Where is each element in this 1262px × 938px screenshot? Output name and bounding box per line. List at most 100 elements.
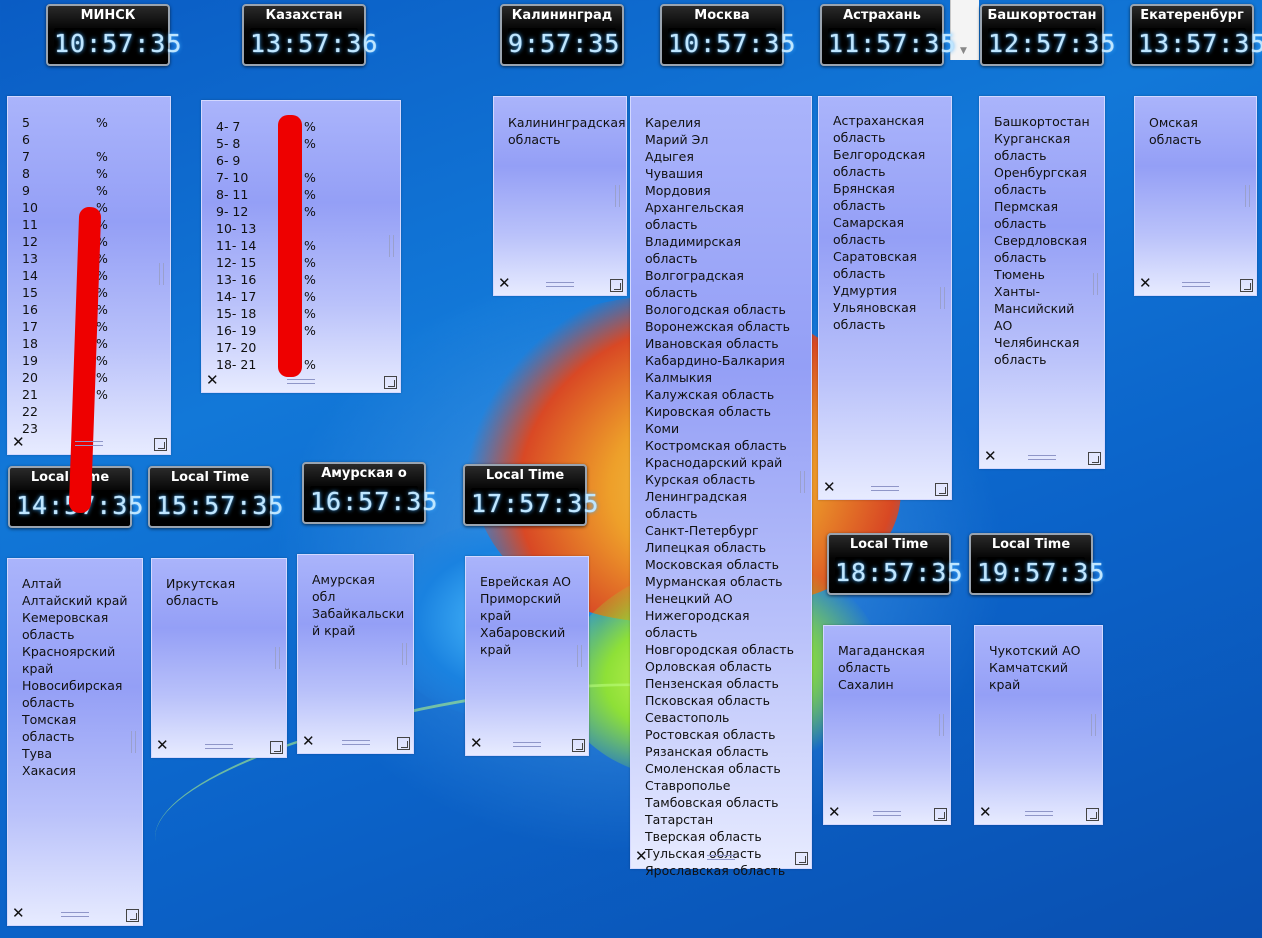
- resize-icon[interactable]: [1088, 452, 1101, 465]
- clock-title: Екатеренбург: [1140, 8, 1244, 23]
- close-icon[interactable]: ✕: [823, 480, 836, 495]
- clock-gadget-astrakhan[interactable]: Астрахань 11:57:35: [820, 4, 955, 66]
- clock-gadget-local-3[interactable]: Local Time 17:57:35: [463, 464, 598, 526]
- drag-handle[interactable]: [1024, 811, 1053, 816]
- drag-handle[interactable]: [287, 379, 315, 384]
- close-icon[interactable]: ✕: [302, 734, 315, 749]
- close-icon[interactable]: ✕: [470, 736, 483, 751]
- note-text: Иркутская область: [166, 576, 236, 608]
- close-icon[interactable]: ✕: [984, 449, 997, 464]
- sticky-note-chukotka[interactable]: Чукотский АО Камчатский край ✕: [974, 625, 1103, 825]
- clock-gadget-local-4[interactable]: Local Time 18:57:35: [827, 533, 962, 595]
- note-scrollbar[interactable]: [275, 647, 280, 669]
- note-text: Чукотский АО Камчатский край: [989, 643, 1081, 692]
- clock-gadget-kaliningrad[interactable]: Калининград 9:57:35: [500, 4, 624, 66]
- sticky-note-amur[interactable]: Амурская обл Забайкальски й край ✕: [297, 554, 414, 754]
- sticky-note-kazakhstan[interactable]: 4- 7 5- 8 6- 9 7- 10 8- 11 9- 12 10- 13 …: [201, 100, 401, 393]
- clock-gadget-bashkortostan[interactable]: Башкортостан 12:57:35: [980, 4, 1117, 66]
- sticky-note-moscow[interactable]: Карелия Марий Эл Адыгея Чувашия Мордовия…: [630, 96, 812, 878]
- note-text: Омская область: [1149, 115, 1202, 147]
- note-scrollbar[interactable]: [131, 731, 136, 753]
- clock-time: 10:57:35: [668, 28, 797, 60]
- drag-handle[interactable]: [873, 811, 901, 816]
- resize-icon[interactable]: [572, 739, 585, 752]
- close-icon[interactable]: ✕: [12, 906, 25, 921]
- drag-handle[interactable]: [75, 441, 103, 446]
- resize-icon[interactable]: [610, 279, 623, 292]
- note-scrollbar[interactable]: [159, 263, 164, 285]
- clock-gadget-moscow[interactable]: Москва 10:57:35: [660, 4, 797, 66]
- sticky-note-jewish-ao[interactable]: Еврейская АО Приморский край Хабаровский…: [465, 556, 589, 756]
- sticky-note-kaliningrad[interactable]: Калининградская область ✕: [493, 96, 627, 296]
- note-scrollbar[interactable]: [1093, 273, 1098, 295]
- clock-time: 12:57:35: [988, 28, 1117, 60]
- sticky-note-bashkortostan[interactable]: Башкортостан Курганская область Оренбург…: [979, 96, 1105, 469]
- close-icon[interactable]: ✕: [1139, 276, 1152, 291]
- clock-title: МИНСК: [80, 8, 136, 23]
- drag-handle[interactable]: [546, 282, 574, 287]
- note-text: Астраханская область Белгородская област…: [833, 113, 926, 332]
- resize-icon[interactable]: [154, 438, 167, 451]
- close-icon[interactable]: ✕: [156, 738, 169, 753]
- resize-icon[interactable]: [270, 741, 283, 754]
- clock-title: Амурская о: [321, 466, 407, 481]
- resize-icon[interactable]: [1086, 808, 1099, 821]
- drag-handle[interactable]: [1028, 455, 1056, 460]
- clock-gadget-minsk[interactable]: МИНСК 10:57:35: [46, 4, 183, 66]
- resize-icon[interactable]: [935, 483, 948, 496]
- drag-handle[interactable]: [871, 486, 899, 491]
- drag-handle[interactable]: [341, 740, 370, 745]
- clock-gadget-local-2[interactable]: Local Time 15:57:35: [148, 466, 285, 528]
- drag-handle[interactable]: [205, 744, 233, 749]
- resize-icon[interactable]: [384, 376, 397, 389]
- resize-icon[interactable]: [397, 737, 410, 750]
- resize-icon[interactable]: [795, 852, 808, 865]
- clock-time: 9:57:35: [508, 28, 621, 60]
- clock-gadget-kazakhstan[interactable]: Казахстан 13:57:36: [242, 4, 377, 66]
- note-scrollbar[interactable]: [1091, 714, 1096, 736]
- clock-time: 16:57:35: [310, 486, 439, 518]
- clock-gadget-amur[interactable]: Амурская о 16:57:35: [302, 462, 439, 524]
- clock-time: 15:57:35: [156, 490, 285, 522]
- clock-gadget-local-5[interactable]: Local Time 19:57:35: [969, 533, 1104, 595]
- close-icon[interactable]: ✕: [979, 805, 992, 820]
- clock-title: Астрахань: [843, 8, 921, 23]
- clock-time: 10:57:35: [54, 28, 183, 60]
- clock-time: 13:57:35: [1138, 28, 1262, 60]
- note-scrollbar[interactable]: [1245, 185, 1250, 207]
- clock-title: Казахстан: [265, 8, 343, 23]
- note-text: Магаданская область Сахалин: [838, 643, 925, 692]
- sticky-note-altai[interactable]: Алтай Алтайский край Кемеровская область…: [7, 558, 143, 926]
- clock-gadget-yekaterinburg[interactable]: Екатеренбург 13:57:35: [1130, 4, 1262, 66]
- note-scrollbar[interactable]: [402, 643, 407, 665]
- note-scrollbar[interactable]: [389, 235, 394, 257]
- resize-icon[interactable]: [1240, 279, 1253, 292]
- close-icon[interactable]: ✕: [206, 373, 219, 388]
- drag-handle[interactable]: [707, 855, 735, 860]
- sticky-note-astrakhan[interactable]: Астраханская область Белгородская област…: [818, 96, 952, 500]
- sticky-note-irkutsk[interactable]: Иркутская область ✕: [151, 558, 287, 758]
- drag-handle[interactable]: [1181, 282, 1210, 287]
- resize-icon[interactable]: [126, 909, 139, 922]
- sticky-note-minsk[interactable]: 5 6 7 8 9 10 11 12 13 14 15 16 17 18 19 …: [7, 96, 171, 514]
- sticky-note-magadan[interactable]: Магаданская область Сахалин ✕: [823, 625, 951, 825]
- note-scrollbar[interactable]: [939, 714, 944, 736]
- note-scrollbar[interactable]: [615, 185, 620, 207]
- scroll-down-arrow-icon[interactable]: ▼: [960, 46, 967, 56]
- note-scrollbar[interactable]: [800, 471, 805, 493]
- note-percent-column: % % % % % % % % % % % %: [304, 119, 316, 372]
- note-scrollbar[interactable]: [940, 287, 945, 309]
- drag-handle[interactable]: [61, 912, 89, 917]
- close-icon[interactable]: ✕: [828, 805, 841, 820]
- close-icon[interactable]: ✕: [498, 276, 511, 291]
- sticky-note-omsk[interactable]: Омская область ✕: [1134, 96, 1257, 296]
- note-text: Алтай Алтайский край Кемеровская область…: [22, 576, 128, 778]
- clock-title: Башкортостан: [987, 8, 1097, 23]
- note-text: Еврейская АО Приморский край Хабаровский…: [480, 574, 571, 657]
- close-icon[interactable]: ✕: [635, 849, 648, 864]
- close-icon[interactable]: ✕: [12, 435, 25, 450]
- drag-handle[interactable]: [513, 742, 541, 747]
- note-scrollbar[interactable]: [577, 645, 582, 667]
- resize-icon[interactable]: [934, 808, 947, 821]
- clock-title: Local Time: [991, 537, 1071, 552]
